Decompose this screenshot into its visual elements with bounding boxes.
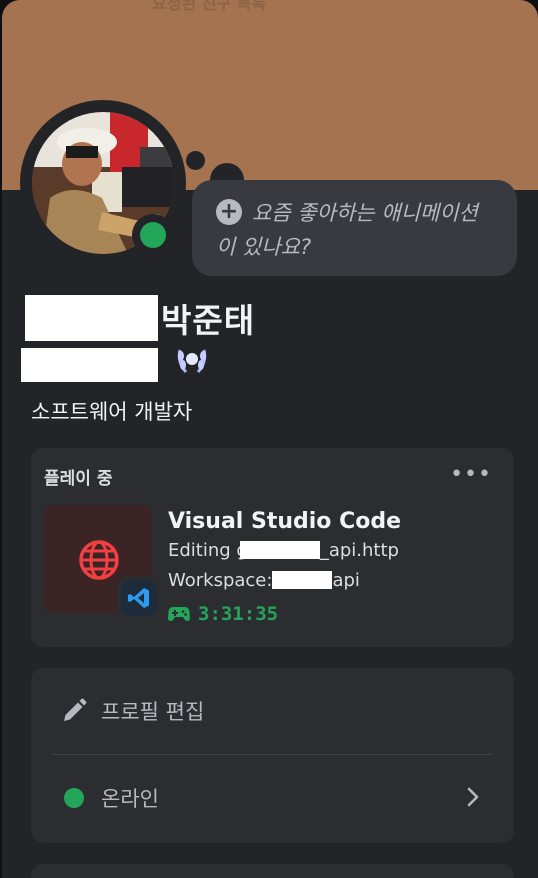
display-name: 박준태 <box>161 301 256 340</box>
next-section-card <box>31 864 514 878</box>
status-label: 온라인 <box>101 787 159 811</box>
status-placeholder-text: 요즘 좋아하는 애니메이션이 있나요? <box>216 201 478 259</box>
activity-state-prefix: Workspace: <box>168 570 273 591</box>
redacted-display-name <box>25 295 158 341</box>
vscode-small-image <box>117 576 161 620</box>
activity-details: Editing g _api.http <box>168 540 399 561</box>
edit-profile-button[interactable]: 프로필 편집 <box>31 668 514 754</box>
activity-timer: 3:31:35 <box>168 603 278 625</box>
activity-state: Workspace: api <box>168 570 360 591</box>
redacted-workspace <box>272 571 333 589</box>
status-selector[interactable]: 온라인 <box>31 755 514 841</box>
vscode-icon <box>128 588 149 608</box>
redacted-filename <box>239 541 320 559</box>
profile-actions-menu: 프로필 편집 온라인 <box>31 668 514 843</box>
activity-details-prefix: Editing g <box>168 540 248 561</box>
banner-overlay-text: 요청된 친구 목록 <box>152 0 267 13</box>
activity-state-suffix: api <box>332 570 360 591</box>
more-options-icon[interactable]: ••• <box>450 462 492 487</box>
custom-status-bubble[interactable]: + 요즘 좋아하는 애니메이션이 있나요? <box>192 180 517 276</box>
thought-bubble-dot-small <box>186 151 205 170</box>
chevron-right-icon <box>467 787 479 807</box>
activity-app-name: Visual Studio Code <box>168 509 401 534</box>
nitro-laurel-badge-icon[interactable] <box>174 342 210 378</box>
edit-profile-label: 프로필 편집 <box>101 700 205 724</box>
globe-icon <box>79 540 119 580</box>
pencil-icon <box>64 698 87 721</box>
activity-header: 플레이 중 <box>44 469 113 489</box>
activity-card: 플레이 중 ••• Visual Studio Code Editing g _a… <box>31 448 514 647</box>
online-status-icon <box>64 788 84 808</box>
elapsed-time: 3:31:35 <box>198 603 279 625</box>
profile-bio: 소프트웨어 개발자 <box>31 400 193 424</box>
activity-details-suffix: _api.http <box>319 540 399 561</box>
redacted-username <box>21 348 158 382</box>
online-status-indicator <box>140 222 166 248</box>
gamepad-icon <box>168 607 190 621</box>
